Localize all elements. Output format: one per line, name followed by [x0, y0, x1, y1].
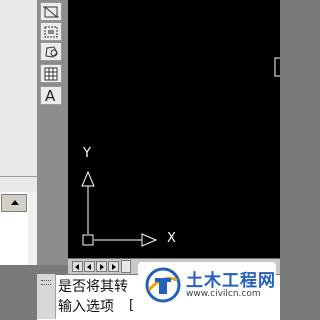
- drawing-viewport[interactable]: Y X: [68, 0, 282, 258]
- tab-nav-first-button[interactable]: [72, 261, 83, 272]
- palette-content: [0, 0, 38, 192]
- palette-divider: [0, 176, 37, 177]
- table-icon: [44, 67, 58, 81]
- scrollbar-track[interactable]: [28, 192, 37, 265]
- ucs-icon: [81, 57, 282, 247]
- rectangle-dimension-icon: [43, 6, 59, 18]
- tab-model[interactable]: [121, 260, 131, 273]
- tool-polygon[interactable]: [40, 42, 62, 61]
- tool-region[interactable]: [40, 22, 62, 41]
- tool-table[interactable]: [40, 64, 62, 83]
- command-line-grip[interactable]: [37, 274, 56, 319]
- tab-nav-prev-button[interactable]: [84, 261, 95, 272]
- ucs-y-label: Y: [83, 146, 91, 161]
- watermark: 土木工程网 www.civilcn.com: [138, 262, 276, 308]
- tab-nav-last-button[interactable]: [108, 261, 119, 272]
- text-icon: A: [45, 87, 56, 105]
- draw-toolbar: A: [37, 0, 68, 265]
- tool-rectangle[interactable]: [40, 2, 62, 21]
- command-option-bracket: [: [129, 298, 135, 313]
- watermark-title: 土木工程网: [186, 271, 276, 291]
- command-prompt-line[interactable]: 输入选项: [58, 296, 114, 316]
- ucs-x-label: X: [167, 231, 176, 246]
- scroll-up-button[interactable]: [1, 194, 27, 212]
- command-history-line: 是否将其转: [58, 279, 128, 295]
- region-icon: [44, 26, 58, 38]
- civilcn-logo: [145, 267, 181, 303]
- tool-text[interactable]: A: [40, 86, 62, 105]
- polygon-icon: [45, 46, 58, 58]
- watermark-url: www.civilcn.com: [186, 289, 261, 299]
- tab-nav-next-button[interactable]: [96, 261, 107, 272]
